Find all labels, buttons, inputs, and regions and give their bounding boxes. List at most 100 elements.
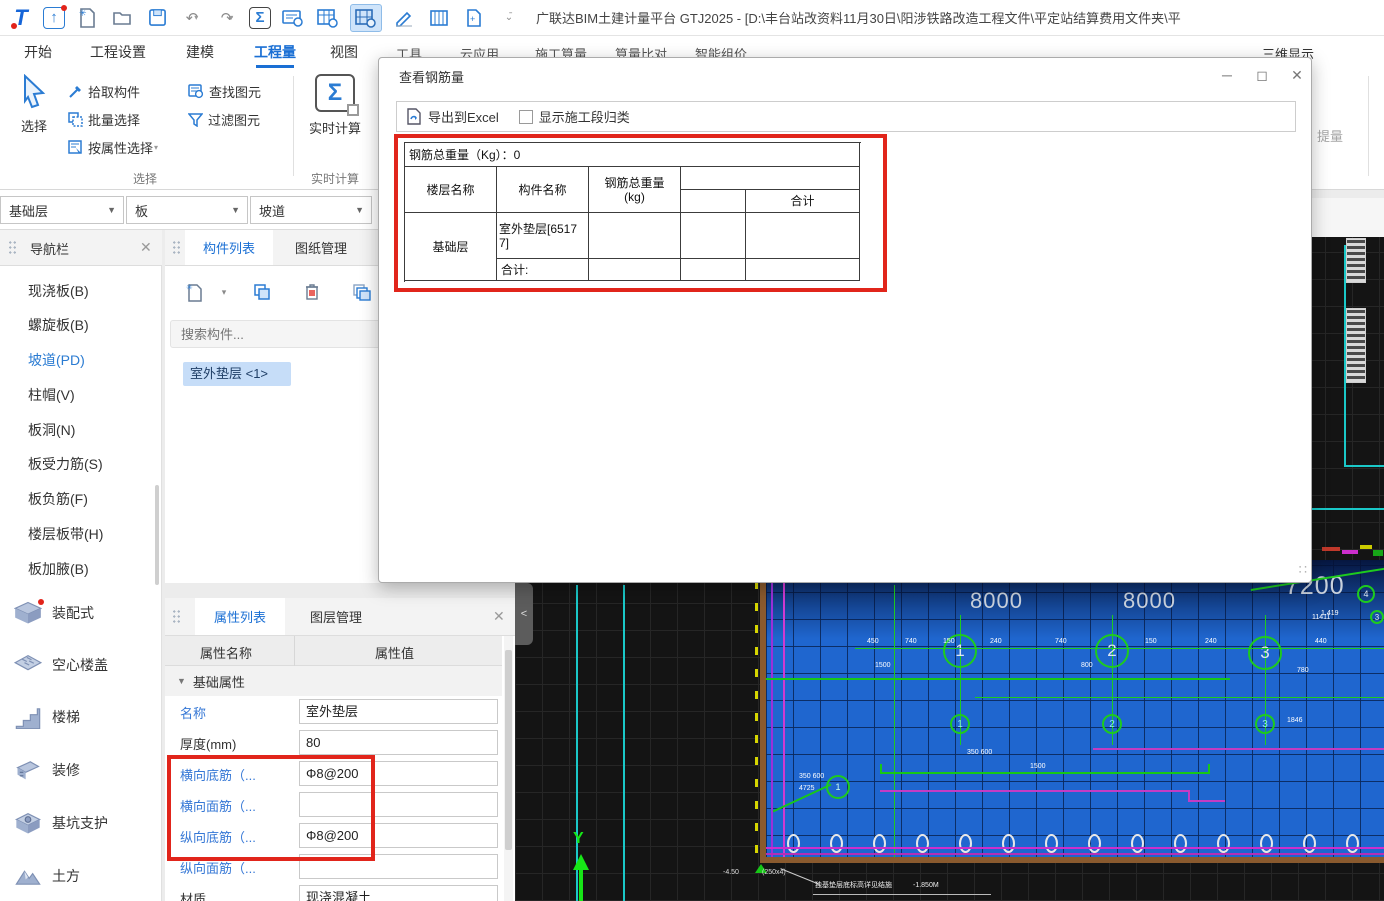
drag-grip-icon[interactable]: [172, 609, 181, 624]
qat-more-icon[interactable]: ⌄̄: [496, 5, 522, 31]
tab-component-list[interactable]: 构件列表: [185, 230, 273, 265]
property-value-input[interactable]: 现浇混凝土: [299, 885, 498, 901]
sidebar-item-cast-slab[interactable]: 现浇板(B): [0, 278, 160, 304]
copy-component-button[interactable]: [247, 278, 277, 306]
cell-blank: [681, 213, 746, 259]
sidebar-module-hollow-floor[interactable]: 空心楼盖: [0, 648, 160, 682]
property-value-input[interactable]: [299, 854, 498, 879]
properties-scrollbar[interactable]: [505, 650, 512, 850]
navigator-title: 导航栏: [30, 242, 70, 257]
export-excel-button[interactable]: 导出到Excel: [406, 107, 499, 126]
delete-component-button[interactable]: [297, 278, 327, 306]
tab-project-settings[interactable]: 工程设置: [90, 42, 146, 62]
drag-grip-icon[interactable]: [8, 240, 17, 255]
rebar-3d-icon[interactable]: [426, 5, 452, 31]
sidebar-item-spiral-slab[interactable]: 螺旋板(B): [0, 312, 160, 338]
new-file-icon[interactable]: ✳: [74, 5, 100, 31]
close-icon[interactable]: ✕: [140, 239, 152, 256]
sidebar-item-slab-haunch[interactable]: 板加腋(B): [0, 556, 160, 582]
sidebar-module-decoration[interactable]: 装修: [0, 753, 160, 787]
cad-dim-line: [855, 648, 1384, 649]
prefab-icon: [14, 601, 42, 624]
cad-tiny-dim: 800: [1081, 662, 1093, 669]
cad-magenta-line: [766, 853, 1384, 855]
tab-view[interactable]: 视图: [330, 42, 358, 62]
show-construction-section-checkbox[interactable]: [518, 109, 533, 124]
properties-panel-header: 属性列表 图层管理 ✕: [165, 598, 515, 636]
property-row-longitudinal-top-rebar: 纵向面筋（...: [165, 851, 502, 882]
cell-sum-label: 合计:: [497, 259, 589, 281]
sidebar-item-slab-hole[interactable]: 板洞(N): [0, 417, 160, 443]
undo-icon[interactable]: ↶ ▾: [179, 5, 205, 31]
property-value-input[interactable]: Φ8@200: [299, 761, 498, 786]
cad-symbol-ellipse: [1346, 834, 1359, 853]
sidebar-module-stairs[interactable]: 楼梯: [0, 700, 160, 734]
cad-purple-path: [880, 790, 1190, 792]
sidebar-module-earthwork[interactable]: 土方: [0, 859, 160, 893]
view-rebar-quantity-icon[interactable]: [350, 3, 382, 32]
summary-calculate-icon[interactable]: Σ: [249, 6, 271, 29]
sidebar-module-prefab[interactable]: 装配式: [0, 596, 160, 630]
axis-bubble: 2: [1095, 634, 1129, 668]
sidebar-item-floor-band[interactable]: 楼层板带(H): [0, 521, 160, 547]
nav-scrollbar[interactable]: [155, 485, 159, 585]
ribbon-separator: [293, 76, 294, 176]
cad-tiny-dim: 1500: [875, 662, 891, 669]
cad-brown-border: [760, 857, 1384, 863]
cloud-check-icon[interactable]: +: [461, 5, 487, 31]
close-button[interactable]: ✕: [1288, 66, 1306, 84]
maximize-button[interactable]: ◻: [1253, 66, 1271, 84]
tab-drawing-management[interactable]: 图纸管理: [277, 230, 365, 265]
publish-icon[interactable]: ↑: [43, 4, 67, 29]
property-value-input[interactable]: 室外垫层: [299, 699, 498, 724]
cad-cyan-line: [1344, 465, 1384, 467]
cloud-quantity-button[interactable]: 提量: [1317, 126, 1343, 145]
tab-modeling[interactable]: 建模: [186, 42, 214, 62]
layer-copy-button[interactable]: [347, 278, 377, 306]
new-component-dropdown[interactable]: ▾: [209, 278, 239, 306]
minimize-button[interactable]: ─: [1218, 66, 1236, 84]
property-group-basic[interactable]: ▼ 基础属性: [165, 666, 502, 696]
tab-quantities[interactable]: 工程量: [254, 42, 296, 68]
edit-calc-icon[interactable]: [391, 5, 417, 31]
select-by-property-button[interactable]: 按属性选择 ▾: [68, 138, 158, 157]
element-type-select[interactable]: 坡道 ▼: [250, 196, 372, 224]
property-select-icon: [68, 140, 82, 154]
property-value-input[interactable]: Φ8@200: [299, 823, 498, 848]
filter-element-button[interactable]: 过滤图元: [188, 110, 260, 129]
select-button[interactable]: 选择: [6, 73, 62, 135]
tab-property-list[interactable]: 属性列表: [195, 598, 285, 635]
tab-layer-management[interactable]: 图层管理: [291, 598, 381, 635]
new-component-button[interactable]: ✳: [179, 278, 209, 306]
view-quantity-icon[interactable]: [315, 5, 341, 31]
sidebar-item-slab-rebar[interactable]: 板受力筋(S): [0, 451, 160, 477]
sidebar-item-ramp[interactable]: 坡道(PD): [0, 347, 160, 373]
pick-component-button[interactable]: 拾取构件: [68, 82, 140, 101]
tab-start[interactable]: 开始: [24, 42, 52, 62]
cell-floor: 基础层: [405, 213, 497, 281]
property-value-input[interactable]: 80: [299, 730, 498, 755]
dialog-resize-grip[interactable]: ∷: [1299, 562, 1307, 578]
open-folder-icon[interactable]: [109, 5, 135, 31]
col-header-blank: [681, 167, 860, 190]
cad-yellow-dashes: [755, 568, 758, 853]
cad-magenta-line: [766, 847, 1384, 849]
cad-wall-hatch: [1346, 308, 1366, 383]
realtime-calc-button[interactable]: Σ 实时计算: [304, 74, 366, 137]
drag-grip-icon[interactable]: [172, 240, 181, 255]
category-select[interactable]: 板 ▼: [126, 196, 248, 224]
batch-select-button[interactable]: 批量选择: [68, 110, 140, 129]
col-subheader-total: 合计: [746, 190, 860, 213]
close-icon[interactable]: ✕: [493, 608, 505, 625]
redo-icon[interactable]: ↷ ▾: [214, 5, 240, 31]
panel-collapse-handle[interactable]: <: [515, 583, 533, 645]
sidebar-item-column-cap[interactable]: 柱帽(V): [0, 382, 160, 408]
find-element-button[interactable]: 查找图元: [188, 82, 261, 101]
property-value-input[interactable]: [299, 792, 498, 817]
floor-select[interactable]: 基础层 ▼: [0, 196, 124, 224]
list-item-selected[interactable]: 室外垫层 <1>: [183, 362, 291, 386]
save-icon[interactable]: [144, 5, 170, 31]
sidebar-module-pit-support[interactable]: 基坑支护: [0, 806, 160, 840]
sidebar-item-slab-negative-rebar[interactable]: 板负筋(F): [0, 486, 160, 512]
view-calc-expression-icon[interactable]: [280, 5, 306, 31]
